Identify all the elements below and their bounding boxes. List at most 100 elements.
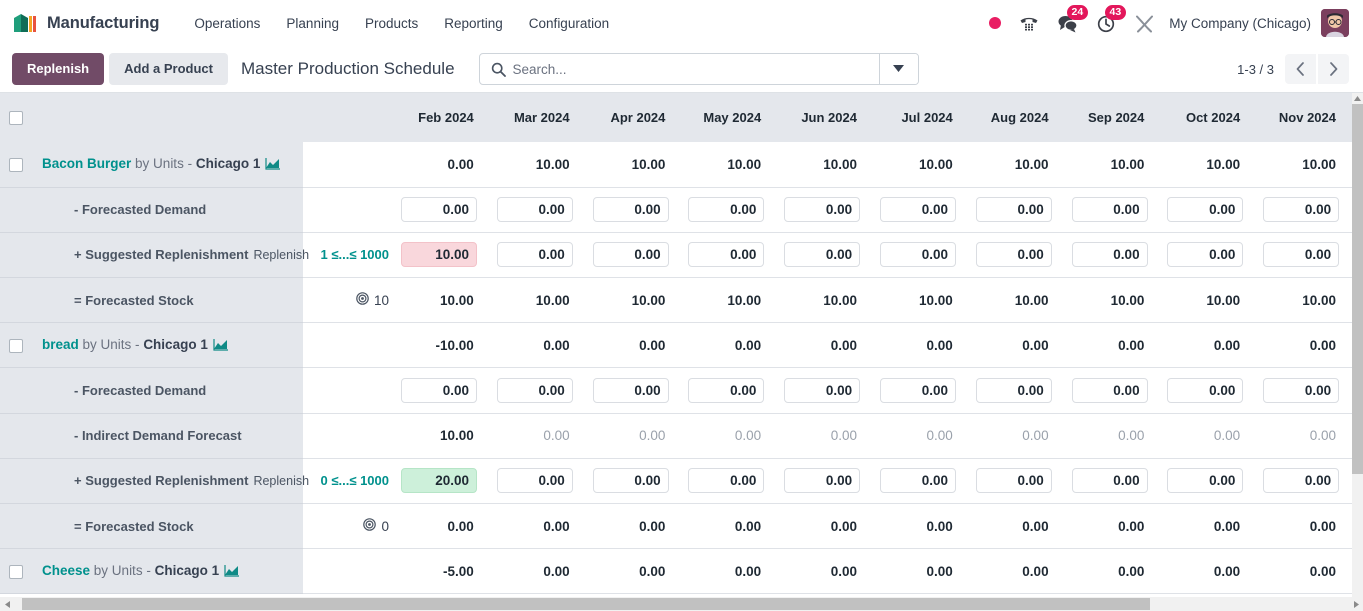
range-text[interactable]: 1 ≤...≤ 1000 — [321, 247, 389, 262]
add-a-product-button[interactable]: Add a Product — [109, 52, 228, 86]
value-cell[interactable]: 0.00 — [682, 187, 779, 233]
value-input[interactable]: 0.00 — [975, 468, 1052, 494]
value-input[interactable]: 0.00 — [592, 468, 669, 494]
value-cell[interactable]: 0.00 — [682, 458, 779, 505]
value-cell[interactable]: 0.00 — [778, 187, 874, 233]
value-input[interactable]: 0.00 — [879, 378, 956, 404]
value-input[interactable]: 0.00 — [496, 378, 573, 404]
value-cell[interactable]: 0.00 — [1065, 458, 1162, 505]
value-cell[interactable]: 0.00 — [1065, 367, 1162, 414]
pager-next-button[interactable] — [1318, 54, 1349, 84]
value-cell[interactable]: 0.00 — [969, 232, 1066, 279]
value-cell[interactable]: 10.00 — [395, 232, 491, 279]
messages-button[interactable]: 24 — [1048, 5, 1089, 38]
value-cell[interactable]: 0.00 — [1257, 367, 1353, 414]
scroll-left-arrow-icon[interactable] — [0, 597, 14, 611]
value-input[interactable]: 0.00 — [1263, 378, 1340, 404]
value-input[interactable]: 0.00 — [592, 197, 669, 223]
tools-icon[interactable] — [1126, 8, 1163, 38]
checkbox-unchecked[interactable] — [9, 158, 23, 173]
replenish-button[interactable]: Replenish — [12, 52, 105, 86]
menu-item-configuration[interactable]: Configuration — [516, 10, 622, 37]
activities-button[interactable]: 43 — [1088, 5, 1127, 38]
menu-item-operations[interactable]: Operations — [181, 10, 273, 37]
value-cell[interactable]: 0.00 — [395, 367, 491, 414]
value-input[interactable]: 0.00 — [975, 242, 1052, 268]
value-input[interactable]: 0.00 — [1167, 468, 1244, 494]
row-select-cell[interactable] — [0, 548, 32, 595]
value-cell[interactable]: 0.00 — [1257, 458, 1353, 505]
value-cell[interactable]: 0.00 — [586, 458, 683, 505]
row-select-cell[interactable] — [0, 142, 32, 188]
checkbox-unchecked[interactable] — [9, 565, 23, 579]
value-cell[interactable]: 0.00 — [778, 367, 874, 414]
horizontal-scroll-track[interactable] — [14, 597, 1349, 611]
value-input[interactable]: 0.00 — [1071, 197, 1148, 223]
row-replenish-button[interactable]: Replenish — [253, 474, 309, 488]
vertical-scrollbar[interactable] — [1352, 93, 1363, 611]
value-cell[interactable]: 0.00 — [586, 232, 683, 279]
value-input[interactable]: 0.00 — [1071, 468, 1148, 494]
value-input[interactable]: 0.00 — [784, 378, 861, 404]
value-cell[interactable]: 0.00 — [1161, 187, 1258, 233]
value-cell[interactable]: 0.00 — [1161, 367, 1258, 414]
value-cell[interactable]: 0.00 — [873, 367, 970, 414]
value-input[interactable]: 0.00 — [1071, 378, 1148, 404]
value-input[interactable]: 0.00 — [688, 468, 765, 494]
value-cell[interactable]: 0.00 — [1065, 187, 1162, 233]
value-cell[interactable]: 0.00 — [1257, 232, 1353, 279]
value-cell[interactable]: 0.00 — [490, 367, 587, 414]
scroll-right-arrow-icon[interactable] — [1349, 597, 1363, 611]
checkbox-unchecked[interactable] — [9, 339, 23, 354]
value-input[interactable]: 0.00 — [1167, 242, 1244, 268]
row-select-cell[interactable] — [0, 322, 32, 369]
value-cell[interactable]: 0.00 — [969, 367, 1066, 414]
area-chart-icon[interactable] — [265, 157, 281, 173]
value-input[interactable]: 0.00 — [496, 197, 573, 223]
value-cell[interactable]: 0.00 — [490, 232, 587, 279]
value-input[interactable]: 0.00 — [1167, 378, 1244, 404]
value-input[interactable]: 0.00 — [879, 242, 956, 268]
value-cell[interactable]: 0.00 — [873, 187, 970, 233]
value-input[interactable]: 0.00 — [784, 242, 861, 268]
recording-dot-icon[interactable] — [980, 8, 1010, 38]
avatar[interactable] — [1321, 9, 1349, 37]
row-replenish-button[interactable]: Replenish — [253, 248, 309, 262]
value-input[interactable]: 0.00 — [975, 378, 1052, 404]
value-cell[interactable]: 0.00 — [778, 458, 874, 505]
checkbox-unchecked[interactable] — [9, 111, 23, 126]
value-cell[interactable]: 0.00 — [682, 367, 779, 414]
value-cell[interactable]: 20.00 — [395, 458, 491, 505]
value-cell[interactable]: 0.00 — [1161, 458, 1258, 505]
value-cell[interactable]: 0.00 — [586, 187, 683, 233]
value-cell[interactable]: 0.00 — [1257, 187, 1353, 233]
value-cell[interactable]: 0.00 — [682, 232, 779, 279]
value-input[interactable]: 0.00 — [879, 468, 956, 494]
value-input[interactable]: 0.00 — [1167, 197, 1244, 223]
value-input[interactable]: 0.00 — [688, 378, 765, 404]
pager-previous-button[interactable] — [1285, 54, 1316, 84]
value-input[interactable]: 0.00 — [784, 197, 861, 223]
range-text[interactable]: 0 ≤...≤ 1000 — [321, 473, 389, 488]
value-input[interactable]: 0.00 — [1263, 468, 1340, 494]
horizontal-scroll-thumb[interactable] — [22, 598, 1150, 610]
value-cell[interactable]: 0.00 — [778, 232, 874, 279]
value-input[interactable]: 20.00 — [401, 468, 477, 494]
area-chart-icon[interactable] — [213, 338, 228, 354]
value-input[interactable]: 0.00 — [688, 242, 765, 268]
value-input[interactable]: 0.00 — [1263, 242, 1340, 268]
vertical-scroll-thumb[interactable] — [1352, 104, 1363, 474]
value-input[interactable]: 0.00 — [1071, 242, 1148, 268]
value-input[interactable]: 0.00 — [1263, 197, 1340, 223]
area-chart-icon[interactable] — [224, 564, 240, 580]
value-cell[interactable]: 0.00 — [490, 458, 587, 505]
value-input[interactable]: 10.00 — [401, 242, 477, 268]
value-input[interactable]: 0.00 — [975, 197, 1052, 223]
menu-item-reporting[interactable]: Reporting — [431, 10, 516, 37]
value-input[interactable]: 0.00 — [688, 197, 765, 223]
value-cell[interactable]: 0.00 — [395, 187, 491, 233]
value-cell[interactable]: 0.00 — [969, 187, 1066, 233]
select-all-header[interactable] — [0, 93, 32, 142]
value-input[interactable]: 0.00 — [401, 197, 477, 223]
brand-home-link[interactable]: Manufacturing — [12, 12, 159, 34]
